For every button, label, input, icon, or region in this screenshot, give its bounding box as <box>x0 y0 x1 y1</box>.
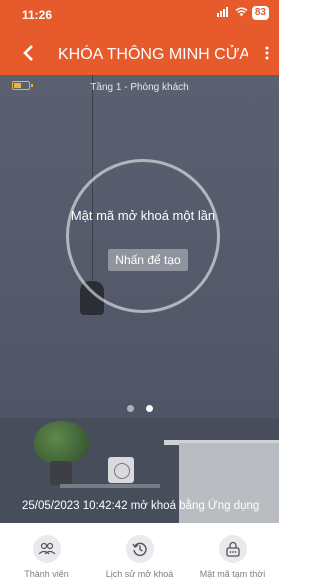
nav-label: Lịch sử mở khoá <box>105 569 174 579</box>
lock-scene: Tầng 1 - Phòng khách Mật mã mở khoá một … <box>0 75 279 523</box>
plant <box>34 421 89 463</box>
battery-indicator: 83 <box>251 6 269 20</box>
members-icon <box>32 535 61 563</box>
more-button[interactable] <box>265 46 269 64</box>
nav-temp-password[interactable]: Mật mã tạm thời <box>186 523 279 588</box>
bottom-nav: Thành viên Lịch sử mở khoá Mật mã tạm th… <box>0 523 279 588</box>
more-icon <box>265 46 269 60</box>
signal-icon <box>216 6 231 20</box>
wifi-icon <box>235 7 248 20</box>
page-indicator <box>0 405 279 412</box>
status-bar: 11:26 83 <box>22 6 269 24</box>
status-icons: 83 <box>216 6 269 20</box>
last-unlock-event: 25/05/2023 10:42:42 mở khoá bằng Ứng dụn… <box>22 500 260 512</box>
plant-pot <box>50 461 72 485</box>
nav-members[interactable]: Thành viên <box>0 523 93 588</box>
side-table <box>60 484 160 488</box>
room-label: Tầng 1 - Phòng khách <box>90 82 189 93</box>
desk-clock <box>108 457 134 483</box>
nav-label: Thành viên <box>24 569 69 579</box>
otp-ring <box>66 159 220 313</box>
nav-label: Mật mã tạm thời <box>199 569 266 579</box>
otp-title: Mật mã mở khoá một lần <box>70 208 216 223</box>
app-header: 11:26 83 KHÓA THÔNG MINH CỬA ... <box>0 0 279 75</box>
status-time: 11:26 <box>22 8 53 22</box>
page-dot[interactable] <box>126 405 134 412</box>
history-icon <box>125 535 154 563</box>
back-icon <box>23 45 33 61</box>
nav-history[interactable]: Lịch sử mở khoá <box>93 523 186 588</box>
back-button[interactable] <box>22 44 34 66</box>
page-dot-active[interactable] <box>145 405 153 412</box>
create-otp-button[interactable]: Nhấn để tạo <box>108 249 188 271</box>
page-title: KHÓA THÔNG MINH CỬA ... <box>58 46 248 63</box>
temp-password-icon <box>218 535 247 563</box>
